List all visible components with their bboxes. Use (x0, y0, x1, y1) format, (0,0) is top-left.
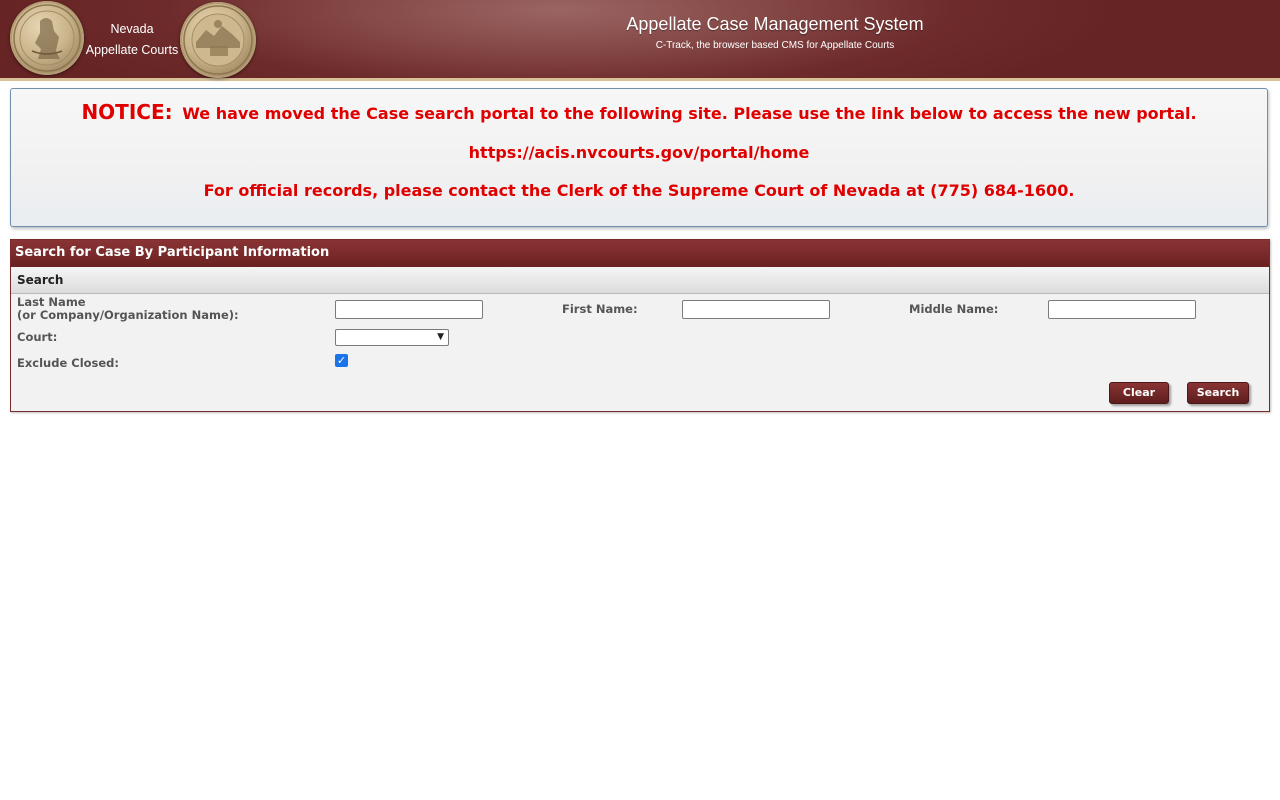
court-label: Court: (17, 330, 58, 344)
middle-name-input[interactable] (1048, 300, 1196, 319)
notice-box: NOTICE: We have moved the Case search po… (10, 88, 1268, 227)
participant-search-panel: Search for Case By Participant Informati… (10, 239, 1270, 412)
panel-title: Search for Case By Participant Informati… (11, 240, 1269, 267)
last-name-label: Last Name (or Company/Organization Name)… (17, 296, 239, 322)
section-title: Search (11, 267, 1269, 294)
brand-line-2: Appellate Courts (85, 43, 179, 57)
brand-line-1: Nevada (110, 22, 154, 36)
brand-text: Nevada Appellate Courts (84, 19, 180, 61)
last-name-input[interactable] (335, 300, 483, 319)
middle-name-label: Middle Name: (909, 302, 999, 316)
exclude-closed-label: Exclude Closed: (17, 356, 120, 370)
first-name-label: First Name: (562, 302, 638, 316)
first-name-input[interactable] (682, 300, 830, 319)
clear-button[interactable]: Clear (1109, 382, 1169, 404)
exclude-closed-checkbox[interactable]: ✓ (335, 354, 348, 367)
court-select[interactable]: ▼ (335, 329, 449, 346)
last-name-label-line-2: (or Company/Organization Name): (17, 308, 239, 322)
search-button[interactable]: Search (1187, 382, 1249, 404)
notice-line: NOTICE: We have moved the Case search po… (11, 100, 1267, 124)
notice-message: We have moved the Case search portal to … (182, 104, 1197, 123)
chevron-down-icon: ▼ (437, 332, 444, 342)
app-subtitle: C-Track, the browser based CMS for Appel… (655, 40, 895, 51)
portal-link[interactable]: https://acis.nvcourts.gov/portal/home (11, 143, 1267, 162)
app-title: Appellate Case Management System (626, 14, 924, 34)
site-header: Nevada Appellate Courts Appellate Case M… (0, 0, 1280, 81)
nevada-state-seal-icon[interactable] (10, 1, 84, 75)
notice-label: NOTICE: (81, 100, 173, 124)
nevada-court-seal-icon[interactable] (180, 2, 256, 78)
clerk-contact: For official records, please contact the… (203, 181, 1075, 200)
